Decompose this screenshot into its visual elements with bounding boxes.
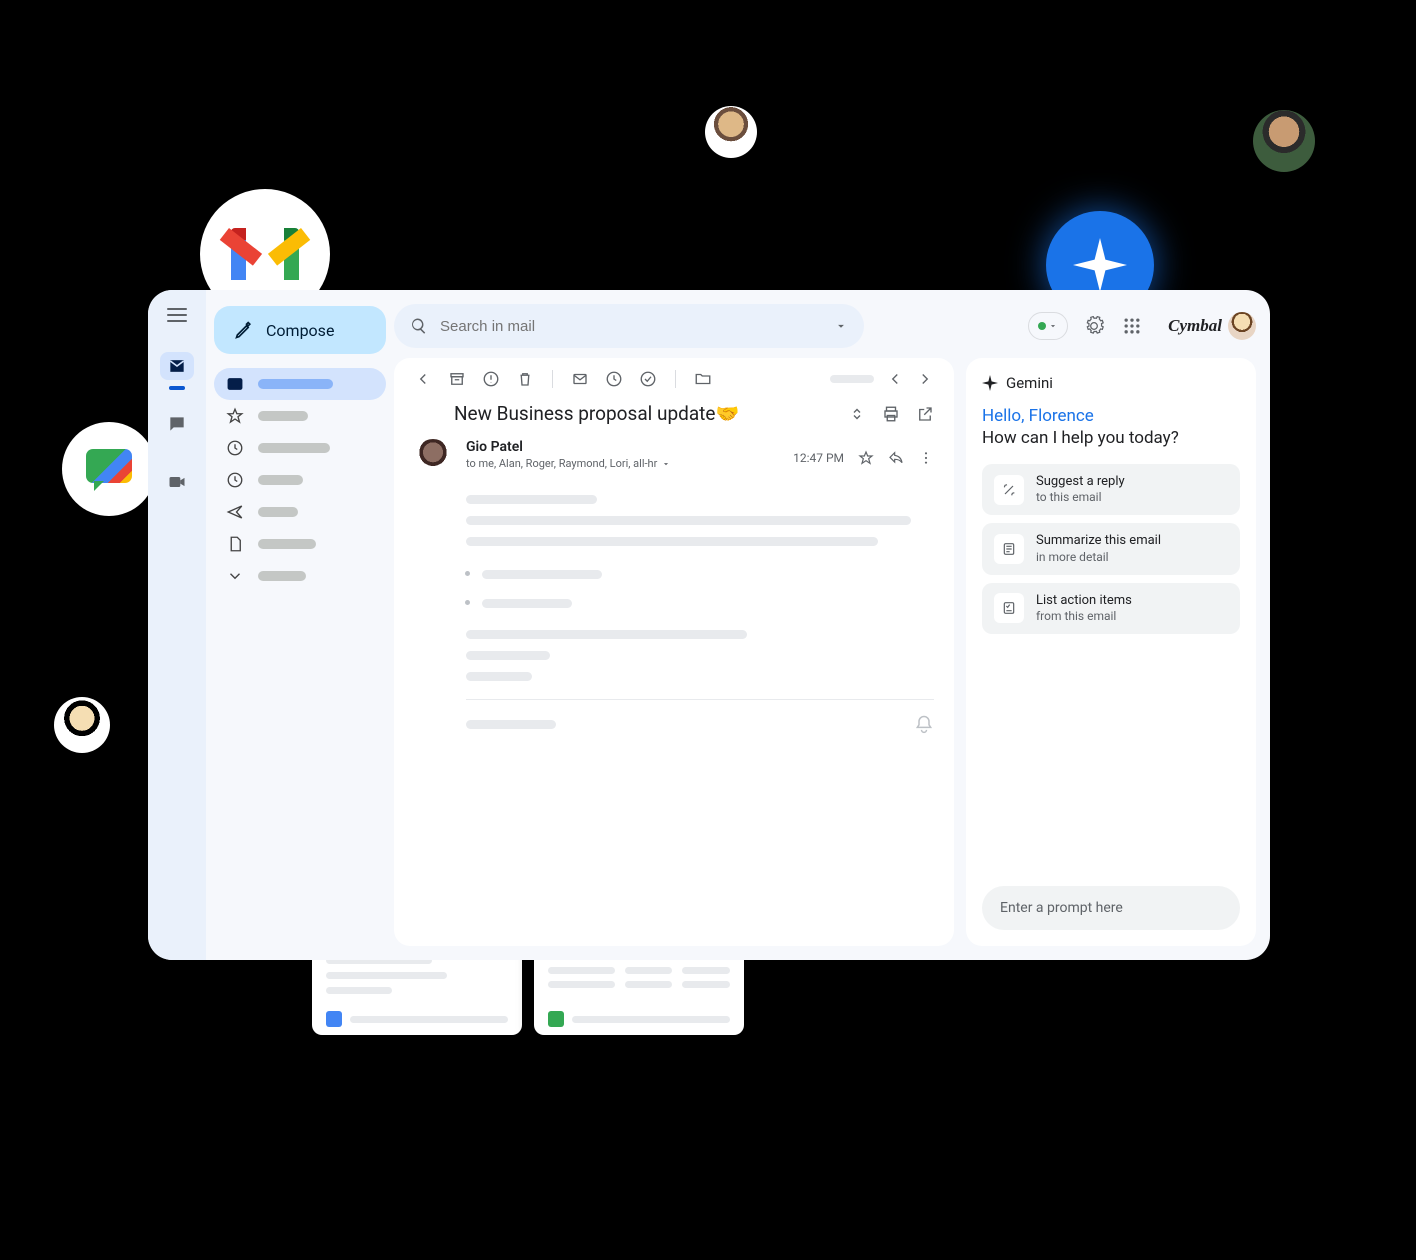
gemini-greeting: Hello, Florence (982, 406, 1240, 426)
compose-button[interactable]: Compose (214, 306, 386, 354)
sender-name: Gio Patel (466, 439, 779, 455)
print-icon[interactable] (882, 405, 900, 423)
caret-down-icon (1048, 321, 1058, 331)
rail-mail[interactable] (160, 352, 194, 380)
delete-icon[interactable] (516, 370, 534, 388)
mark-unread-icon[interactable] (571, 370, 589, 388)
chevron-down-icon (226, 567, 244, 585)
add-task-icon[interactable] (639, 370, 657, 388)
google-sheets-icon (548, 1011, 564, 1027)
folder-sent[interactable] (214, 496, 386, 528)
gemini-title: Gemini (1006, 374, 1053, 392)
reply-icon[interactable] (888, 450, 904, 466)
archive-icon[interactable] (448, 370, 466, 388)
folder-item[interactable] (214, 464, 386, 496)
compose-label: Compose (266, 321, 334, 340)
menu-icon[interactable] (167, 308, 187, 322)
send-icon (226, 503, 244, 521)
status-active-icon (1038, 322, 1046, 330)
caret-down-icon[interactable] (834, 319, 848, 333)
email-body (466, 495, 934, 681)
sender-row: Gio Patel to me, Alan, Roger, Raymond, L… (414, 439, 934, 477)
more-icon[interactable] (918, 450, 934, 466)
wand-icon (1001, 482, 1017, 498)
gear-icon (1084, 316, 1104, 336)
move-icon[interactable] (694, 370, 712, 388)
search-bar[interactable] (394, 304, 864, 348)
floating-avatar (1253, 110, 1315, 172)
folder-sidebar: Compose (206, 290, 394, 960)
folder-drafts[interactable] (214, 528, 386, 560)
next-icon[interactable] (916, 370, 934, 388)
checklist-icon (1001, 600, 1017, 616)
folder-starred[interactable] (214, 400, 386, 432)
search-input[interactable] (440, 318, 822, 335)
rail-chat[interactable] (160, 410, 194, 438)
caret-down-icon[interactable] (661, 459, 671, 469)
clock-icon (226, 471, 244, 489)
star-icon[interactable] (858, 450, 874, 466)
reactions-icon[interactable] (914, 714, 934, 734)
open-new-icon[interactable] (916, 405, 934, 423)
gemini-prompt-input[interactable]: Enter a prompt here (982, 886, 1240, 930)
search-icon (410, 317, 428, 335)
inbox-icon (226, 375, 244, 393)
rail-meet[interactable] (160, 468, 194, 496)
folder-snoozed[interactable] (214, 432, 386, 464)
report-icon[interactable] (482, 370, 500, 388)
status-chip[interactable] (1028, 312, 1068, 340)
snooze-icon[interactable] (605, 370, 623, 388)
apps-grid-icon (1122, 316, 1142, 336)
suggestion-summarize[interactable]: Summarize this emailin more detail (982, 523, 1240, 574)
prev-icon[interactable] (886, 370, 904, 388)
google-docs-icon (326, 1011, 342, 1027)
star-icon (226, 407, 244, 425)
user-avatar[interactable] (1228, 312, 1256, 340)
suggestion-actions[interactable]: List action itemsfrom this email (982, 583, 1240, 634)
pagination-info (830, 375, 874, 383)
back-icon[interactable] (414, 370, 432, 388)
top-bar: Cymbal (394, 304, 1256, 348)
suggestion-reply[interactable]: Suggest a replyto this email (982, 464, 1240, 515)
pencil-icon (234, 320, 254, 340)
google-chat-icon (86, 449, 132, 489)
gemini-subgreeting: How can I help you today? (982, 428, 1240, 448)
email-time: 12:47 PM (793, 451, 844, 465)
email-pane: New Business proposal update🤝 Gio Patel … (394, 358, 954, 946)
apps-button[interactable] (1120, 314, 1144, 338)
gmail-icon (231, 228, 299, 280)
gemini-spark-icon (982, 375, 998, 391)
sender-avatar[interactable] (414, 439, 452, 477)
recipients-text: to me, Alan, Roger, Raymond, Lori, all-h… (466, 457, 657, 470)
settings-button[interactable] (1082, 314, 1106, 338)
folder-inbox[interactable] (214, 368, 386, 400)
file-icon (226, 535, 244, 553)
folder-more[interactable] (214, 560, 386, 592)
gemini-spark-icon (1073, 238, 1127, 292)
floating-avatar (54, 697, 110, 753)
summary-icon (1001, 541, 1017, 557)
email-toolbar (414, 370, 934, 388)
email-subject: New Business proposal update🤝 (454, 402, 739, 425)
gemini-panel: Gemini Hello, Florence How can I help yo… (966, 358, 1256, 946)
app-rail (148, 290, 206, 960)
org-name: Cymbal (1168, 316, 1222, 336)
org-brand[interactable]: Cymbal (1168, 312, 1256, 340)
floating-avatar (705, 106, 757, 158)
chat-logo-bubble (62, 422, 156, 516)
expand-icon[interactable] (848, 405, 866, 423)
clock-icon (226, 439, 244, 457)
gmail-window: Compose (148, 290, 1270, 960)
